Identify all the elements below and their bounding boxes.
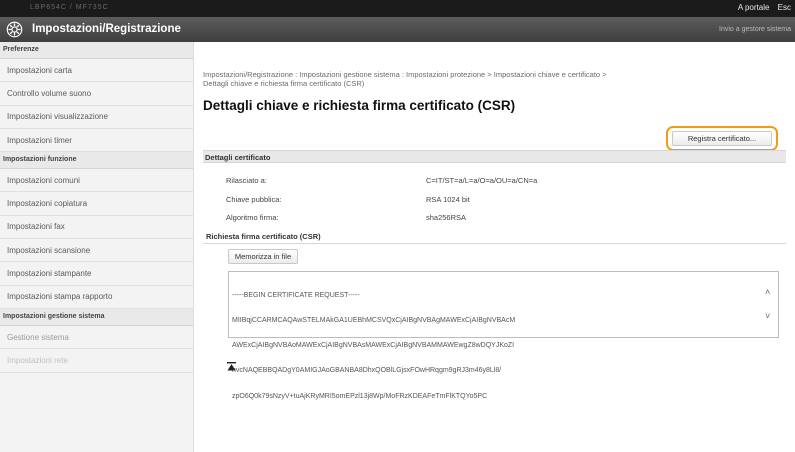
csr-line: hvcNAQEBBQADgY0AMIGJAoGBANBA8DhxQOBlLGjs… xyxy=(232,367,502,375)
sidebar-item-fax-settings[interactable]: Impostazioni fax xyxy=(0,216,193,240)
issued-to-label: Rilasciato a: xyxy=(226,176,267,185)
sidebar-item-system-management[interactable]: Gestione sistema xyxy=(0,326,193,350)
scroll-up-icon[interactable]: ˄ xyxy=(765,287,770,297)
divider xyxy=(203,243,786,244)
sidebar-item-report-print-settings[interactable]: Impostazioni stampa rapporto xyxy=(0,286,193,309)
sidebar: Preferenze Impostazioni carta Controllo … xyxy=(0,42,194,452)
sidebar-section-system-management: Impostazioni gestione sistema xyxy=(0,308,193,326)
page-title: Dettagli chiave e richiesta firma certif… xyxy=(203,98,516,113)
csr-scrollbar[interactable]: ˄ ˅ xyxy=(763,273,777,336)
scroll-down-icon[interactable]: ˅ xyxy=(765,311,770,321)
app-title: Impostazioni/Registrazione xyxy=(32,23,181,35)
signature-algorithm-label: Algoritmo firma: xyxy=(226,213,279,222)
csr-line: -----BEGIN CERTIFICATE REQUEST----- xyxy=(232,291,360,299)
app-header: Impostazioni/Registrazione Invio a gesto… xyxy=(0,17,795,42)
top-bar: LBP654C / MF735C A portale Esc xyxy=(0,0,795,17)
csr-line: AWExCjAIBgNVBAoMAWExCjAIBgNVBAsMAWExCjAI… xyxy=(232,342,515,350)
register-certificate-highlight: Registra certificato... xyxy=(666,126,778,151)
portal-link[interactable]: A portale xyxy=(738,3,770,12)
send-to-admin-link[interactable]: Invio a gestore sistema xyxy=(719,26,791,33)
sidebar-item-display-settings[interactable]: Impostazioni visualizzazione xyxy=(0,106,193,129)
csr-header: Richiesta firma certificato (CSR) xyxy=(206,232,321,241)
sidebar-item-printer-settings[interactable]: Impostazioni stampante xyxy=(0,262,193,286)
back-to-top-icon[interactable] xyxy=(227,362,236,371)
signature-algorithm-value: sha256RSA xyxy=(426,213,467,222)
issued-to-value: C=IT/ST=a/L=a/O=a/OU=a/CN=a xyxy=(426,176,538,185)
sidebar-item-scan-settings[interactable]: Impostazioni scansione xyxy=(0,239,193,263)
breadcrumb-line-2: Dettagli chiave e richiesta firma certif… xyxy=(203,79,365,88)
csr-textarea[interactable]: -----BEGIN CERTIFICATE REQUEST----- MIIB… xyxy=(228,271,779,400)
gear-icon xyxy=(6,21,23,38)
sidebar-item-paper-settings[interactable]: Impostazioni carta xyxy=(0,59,193,83)
public-key-value: RSA 1024 bit xyxy=(426,195,470,204)
sidebar-section-function-settings: Impostazioni funzione xyxy=(0,152,193,170)
main-content: Impostazioni/Registrazione : Impostazion… xyxy=(200,42,795,452)
certificate-details-header: Dettagli certificato xyxy=(203,150,786,163)
public-key-label: Chiave pubblica: xyxy=(226,195,282,204)
sidebar-item-common-settings[interactable]: Impostazioni comuni xyxy=(0,169,193,193)
sidebar-section-preferences: Preferenze xyxy=(0,42,193,59)
csr-line: zpO6Q0k79sNzyV+tuAjKRyMRI5omEPzl13j8Wp/M… xyxy=(232,392,488,400)
csr-line: MIIBqjCCARMCAQAwSTELMAkGA1UEBhMCSVQxCjAI… xyxy=(232,317,516,325)
breadcrumb: Impostazioni/Registrazione : Impostazion… xyxy=(203,70,788,88)
top-links: A portale Esc xyxy=(732,3,791,12)
sidebar-item-timer-settings[interactable]: Impostazioni timer xyxy=(0,129,193,153)
breadcrumb-line-1[interactable]: Impostazioni/Registrazione : Impostazion… xyxy=(203,70,788,79)
device-model-label: LBP654C / MF735C xyxy=(30,4,109,11)
register-certificate-button[interactable]: Registra certificato... xyxy=(672,131,772,146)
sidebar-item-volume-control[interactable]: Controllo volume suono xyxy=(0,82,193,106)
csr-text: -----BEGIN CERTIFICATE REQUEST----- MIIB… xyxy=(232,275,762,418)
exit-link[interactable]: Esc xyxy=(778,3,791,12)
sidebar-item-network-settings[interactable]: Impostazioni rete xyxy=(0,349,193,373)
sidebar-item-copy-settings[interactable]: Impostazioni copiatura xyxy=(0,192,193,216)
save-to-file-button[interactable]: Memorizza in file xyxy=(228,249,298,264)
